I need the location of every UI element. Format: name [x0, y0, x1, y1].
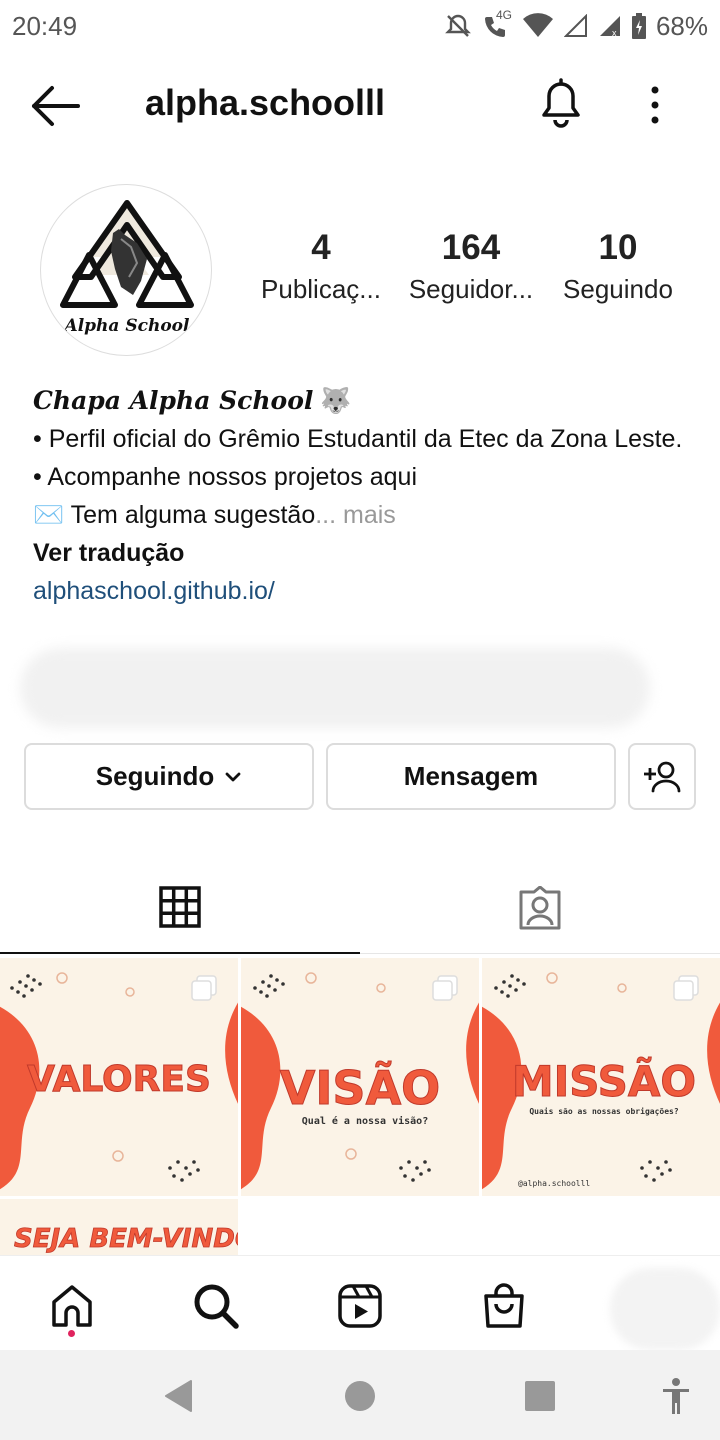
following-button[interactable]: Seguindo: [24, 743, 314, 810]
call-4g-icon: 4G: [482, 8, 512, 40]
nav-shop[interactable]: [474, 1276, 534, 1336]
bio-line-3: ✉️ Tem alguma sugestão... mais: [33, 496, 693, 534]
notification-dot: [68, 1330, 75, 1337]
notifications-button[interactable]: [536, 78, 586, 132]
arrow-left-icon: [32, 86, 80, 126]
signal-icon: x: [599, 16, 620, 38]
circle-home-icon: [345, 1381, 375, 1411]
stat-following[interactable]: 10 Seguindo: [543, 228, 693, 305]
post-title: VALORES: [27, 1059, 211, 1100]
see-translation-link[interactable]: Ver tradução: [33, 534, 693, 572]
bio-more-link[interactable]: ... mais: [315, 501, 396, 529]
bio-line-3-text: Tem alguma sugestão: [70, 501, 316, 529]
following-button-label: Seguindo: [95, 761, 215, 791]
post-title: MISSÃO: [512, 1056, 696, 1106]
carousel-icon: [432, 975, 458, 1001]
top-app-bar: alpha.schoolll: [0, 60, 720, 150]
more-vertical-icon: [651, 86, 659, 124]
home-icon: [52, 1285, 92, 1327]
status-bar: 20:49 4G x 68%: [0, 0, 720, 52]
message-button[interactable]: Mensagem: [326, 743, 616, 810]
square-recents-icon: [525, 1381, 555, 1411]
network-type-label: 4G: [495, 8, 512, 22]
tagged-person-icon: [519, 885, 561, 929]
nav-profile-avatar[interactable]: [610, 1268, 720, 1350]
profile-full-name: Chapa Alpha School: [33, 386, 314, 415]
nav-reels[interactable]: [330, 1276, 390, 1336]
stat-posts-value: 4: [311, 228, 331, 267]
wifi-icon: [522, 13, 553, 38]
tab-tagged[interactable]: [360, 862, 720, 954]
redacted-area: [20, 648, 650, 728]
status-icons: 4G x 68%: [444, 8, 708, 42]
wolf-emoji: 🐺: [320, 387, 352, 415]
post-tile[interactable]: VISÃO Qual é a nossa visão?: [241, 958, 479, 1196]
triangle-back-icon: [165, 1380, 192, 1412]
stat-following-label: Seguindo: [563, 274, 673, 304]
bio-line-2: • Acompanhe nossos projetos aqui: [33, 463, 417, 491]
grid-icon: [159, 886, 201, 928]
stat-followers-value: 164: [441, 228, 501, 267]
stat-following-value: 10: [598, 228, 638, 267]
nav-home[interactable]: [42, 1276, 102, 1336]
accessibility-button[interactable]: [654, 1374, 698, 1418]
svg-text:x: x: [612, 28, 617, 38]
post-handle: @alpha.schoolll: [518, 1179, 590, 1188]
stat-posts-label: Publicaç...: [261, 274, 381, 304]
stat-followers[interactable]: 164 Seguidor...: [396, 228, 546, 305]
back-button[interactable]: [28, 84, 84, 128]
profile-bio: Chapa Alpha School 🐺 • Perfil oficial do…: [33, 382, 693, 610]
post-tile[interactable]: SEJA BEM-VINDO!: [0, 1199, 238, 1255]
stat-posts[interactable]: 4 Publicaç...: [246, 228, 396, 305]
tab-posts-grid[interactable]: [0, 862, 360, 954]
reels-icon: [338, 1284, 382, 1328]
notifications-muted-icon: [445, 14, 471, 37]
system-recents-button[interactable]: [518, 1374, 562, 1418]
carousel-icon: [191, 975, 217, 1001]
post-artwork: SEJA BEM-VINDO!: [14, 1224, 238, 1255]
post-subtitle: Quais são as nossas obrigações?: [529, 1106, 678, 1116]
bottom-navigation: [0, 1255, 720, 1350]
post-title: VISÃO: [280, 1060, 441, 1115]
system-navigation-bar: [0, 1350, 720, 1440]
bio-line-1: • Perfil oficial do Grêmio Estudantil da…: [33, 425, 683, 453]
bio-name-line: Chapa Alpha School 🐺: [33, 382, 693, 420]
shopping-bag-icon: [484, 1283, 524, 1328]
post-tile[interactable]: MISSÃO Quais são as nossas obrigações? @…: [482, 958, 720, 1196]
bio-website-link[interactable]: alphaschool.github.io/: [33, 572, 693, 610]
post-subtitle: Qual é a nossa visão?: [302, 1115, 428, 1127]
accessibility-icon: [663, 1378, 689, 1414]
signal-empty-icon: [563, 14, 587, 37]
profile-username: alpha.schoolll: [145, 82, 386, 123]
system-back-button[interactable]: [156, 1374, 200, 1418]
carousel-icon: [673, 975, 699, 1001]
profile-stats: 4 Publicaç... 164 Seguidor... 10 Seguind…: [250, 228, 690, 318]
add-person-icon: [644, 761, 681, 792]
system-home-button[interactable]: [338, 1374, 382, 1418]
status-time: 20:49: [12, 10, 78, 41]
chevron-down-icon: [225, 772, 241, 781]
suggested-people-button[interactable]: [628, 743, 696, 810]
bell-icon: [542, 78, 580, 128]
battery-icon: [631, 13, 646, 39]
alpha-school-logo: Alpha School: [60, 200, 194, 336]
post-tile[interactable]: VALORES: [0, 958, 238, 1196]
envelope-emoji: ✉️: [33, 501, 65, 529]
more-options-button[interactable]: [640, 82, 670, 128]
logo-text: Alpha School: [63, 316, 190, 336]
search-icon: [194, 1284, 239, 1329]
battery-percent: 68%: [655, 10, 708, 41]
profile-avatar[interactable]: Alpha School: [40, 184, 212, 356]
post-title: SEJA BEM-VINDO!: [14, 1224, 238, 1254]
stat-followers-label: Seguidor...: [408, 274, 534, 304]
nav-search[interactable]: [186, 1276, 246, 1336]
message-button-label: Mensagem: [403, 761, 539, 791]
